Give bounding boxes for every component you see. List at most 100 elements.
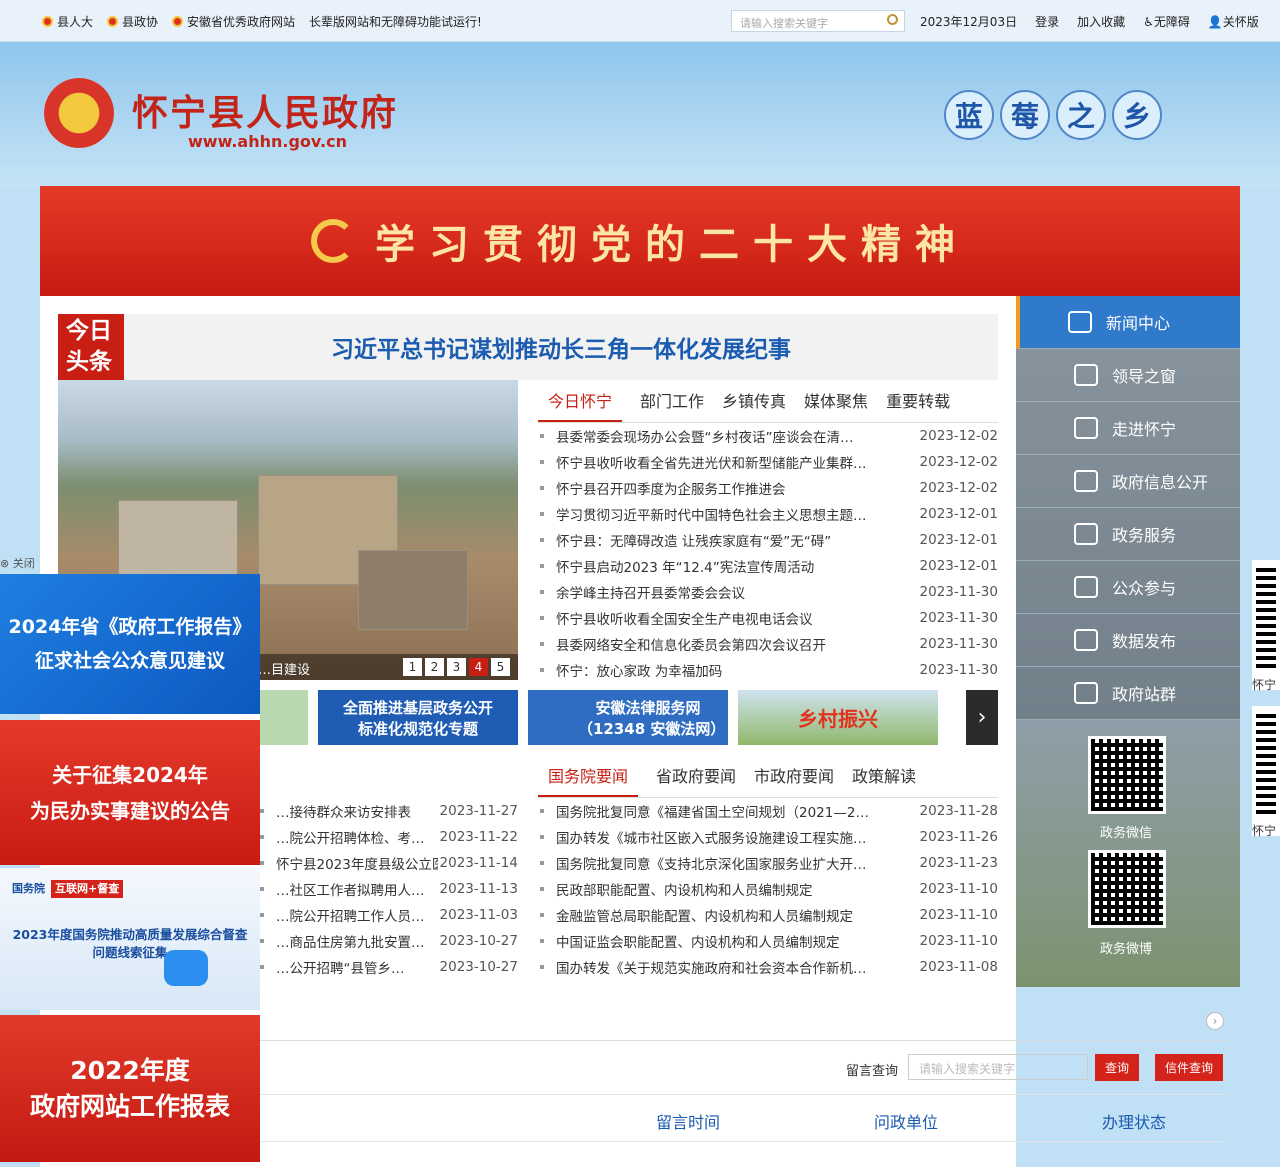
float-inspection[interactable]: 国务院 互联网+督查 2023年度国务院推动高质量发展综合督查 问题线索征集 [0,868,260,1010]
item-title[interactable]: 怀宁县2023年度县级公立医院公开招聘工作人员… [276,853,438,873]
gov-news-item[interactable]: 金融监管总局职能配置、内设机构和人员编制规定 2023-11-10 [540,902,998,928]
news-item[interactable]: 怀宁县收听收看全省先进光伏和新型储能产业集群… 2023-12-02 [540,449,998,475]
page-dot[interactable]: 1 [403,658,422,676]
item-title[interactable]: 怀宁县：无障碍改造 让残疾家庭有“爱”无“碍” [556,530,918,550]
link-excellent-site[interactable]: 安徽省优秀政府网站 [172,13,295,30]
nav-news-center[interactable]: 新闻中心 [1016,296,1240,349]
item-title[interactable]: 国务院批复同意《支持北京深化国家服务业扩大开… [556,853,918,873]
item-title[interactable]: 县委网络安全和信息化委员会第四次会议召开 [556,634,918,654]
tab-policy[interactable]: 政策解读 [852,763,916,797]
page-dot[interactable]: 4 [469,658,488,676]
tab-today[interactable]: 今日怀宁 [538,388,623,422]
news-item[interactable]: 余学峰主持召开县委常委会会议 2023-11-30 [540,579,998,605]
tab-media[interactable]: 媒体聚焦 [804,388,868,422]
nav-leaders[interactable]: 领导之窗 [1016,349,1240,402]
item-title[interactable]: …社区工作者拟聘用人… [276,879,438,899]
promo-rural[interactable]: 乡村振兴 [738,690,938,745]
gov-news-item[interactable]: 国办转发《关于规范实施政府和社会资本合作新机… 2023-11-08 [540,954,998,980]
float-practical-matters[interactable]: 关于征集2024年 为民办实事建议的公告 [0,720,260,865]
item-title[interactable]: 金融监管总局职能配置、内设机构和人员编制规定 [556,905,918,925]
tab-province[interactable]: 省政府要闻 [656,763,736,797]
care-version-link[interactable]: 👤关怀版 [1208,13,1259,30]
link-county-congress[interactable]: 县人大 [42,13,93,30]
item-title[interactable]: …院公开招聘体检、考… [276,827,438,847]
headline-title[interactable]: 习近平总书记谋划推动长三角一体化发展纪事 [124,314,998,380]
item-title[interactable]: …院公开招聘工作人员… [276,905,438,925]
item-title[interactable]: 县委常委会现场办公会暨“乡村夜话”座谈会在清… [556,426,918,446]
promo-gov-open[interactable]: 全面推进基层政务公开标准化规范化专题 [318,690,518,745]
gov-news-item[interactable]: 国务院批复同意《福建省国土空间规划（2021—2… 2023-11-28 [540,798,998,824]
promo-law-service[interactable]: 安徽法律服务网（12348 安徽法网） [528,690,728,745]
tab-department[interactable]: 部门工作 [640,388,704,422]
news-item[interactable]: 怀宁县：无障碍改造 让残疾家庭有“爱”无“碍” 2023-12-01 [540,527,998,553]
gov-news-item[interactable]: 国办转发《城市社区嵌入式服务设施建设工程实施… 2023-11-26 [540,824,998,850]
item-title[interactable]: …公开招聘“县管乡… [276,957,438,977]
page-dot[interactable]: 3 [447,658,466,676]
site-title[interactable]: 怀宁县人民政府 [132,84,398,136]
accessibility-link[interactable]: ♿无障碍 [1143,13,1190,30]
gov-news-item[interactable]: 中国证监会职能配置、内设机构和人员编制规定 2023-11-10 [540,928,998,954]
notice-item[interactable]: …公开招聘“县管乡… 2023-10-27 [260,954,518,980]
float-report-feedback[interactable]: 2024年省《政府工作报告》 征求社会公众意见建议 [0,574,260,714]
add-favorite-link[interactable]: 加入收藏 [1077,13,1125,30]
item-title[interactable]: 怀宁县召开四季度为企服务工作推进会 [556,478,918,498]
nav-data[interactable]: 数据发布 [1016,614,1240,667]
party-banner[interactable]: 学习贯彻党的二十大精神 [40,186,1240,296]
tab-township[interactable]: 乡镇传真 [722,388,786,422]
float-annual-report[interactable]: 2022年度 政府网站工作报表 [0,1015,260,1162]
tab-state-council[interactable]: 国务院要闻 [538,763,639,797]
page-dot[interactable]: 2 [425,658,444,676]
message-search-input[interactable]: 请输入搜索关键字 [908,1054,1088,1080]
notice-item[interactable]: 怀宁县2023年度县级公立医院公开招聘工作人员…2023-11-14 [260,850,518,876]
item-date: 2023-11-23 [919,855,998,871]
letter-query-button[interactable]: 信件查询 [1155,1054,1224,1081]
notice-item[interactable]: …商品住房第九批安置… 2023-10-27 [260,928,518,954]
item-title[interactable]: 怀宁县启动2023 年“12.4”宪法宣传周活动 [556,556,918,576]
nav-about[interactable]: 走进怀宁 [1016,402,1240,455]
item-title[interactable]: 国办转发《城市社区嵌入式服务设施建设工程实施… [556,827,918,847]
query-button[interactable]: 查询 [1095,1054,1140,1081]
nav-public[interactable]: 公众参与 [1016,561,1240,614]
promo-banner[interactable] [260,690,308,745]
page-dot[interactable]: 5 [491,658,510,676]
news-item[interactable]: 学习贯彻习近平新时代中国特色社会主义思想主题… 2023-12-01 [540,501,998,527]
item-title[interactable]: 民政部职能配置、内设机构和人员编制规定 [556,879,918,899]
news-item[interactable]: 怀宁县召开四季度为企服务工作推进会 2023-12-02 [540,475,998,501]
item-title[interactable]: …接待群众来访安排表 [276,801,438,821]
item-title[interactable]: 怀宁县收听收看全国安全生产电视电话会议 [556,608,918,628]
close-float-button[interactable]: ⊗ 关闭 [0,555,35,571]
item-title[interactable]: 国办转发《关于规范实施政府和社会资本合作新机… [556,957,918,977]
notice-item[interactable]: …院公开招聘体检、考… 2023-11-22 [260,824,518,850]
news-item[interactable]: 怀宁县收听收看全国安全生产电视电话会议 2023-11-30 [540,605,998,631]
nav-site-group[interactable]: 政府站群 [1016,667,1240,720]
news-item[interactable]: 怀宁县启动2023 年“12.4”宪法宣传周活动 2023-12-01 [540,553,998,579]
item-title[interactable]: 怀宁：放心家政 为幸福加码 [556,660,918,680]
item-title[interactable]: 国务院批复同意《福建省国土空间规划（2021—2… [556,801,918,821]
nav-info-open[interactable]: 政府信息公开 [1016,455,1240,508]
item-title[interactable]: 余学峰主持召开县委常委会会议 [556,582,918,602]
item-title[interactable]: 怀宁县收听收看全省先进光伏和新型储能产业集群… [556,452,918,472]
login-link[interactable]: 登录 [1035,13,1059,30]
notice-item[interactable]: …院公开招聘工作人员… 2023-11-03 [260,902,518,928]
link-county-cppcc[interactable]: 县政协 [107,13,158,30]
news-item[interactable]: 县委常委会现场办公会暨“乡村夜话”座谈会在清… 2023-12-02 [540,423,998,449]
next-arrow-icon[interactable]: › [1206,1012,1224,1030]
item-title[interactable]: 中国证监会职能配置、内设机构和人员编制规定 [556,931,918,951]
nav-gov-service[interactable]: 政务服务 [1016,508,1240,561]
right-float-qr[interactable]: 怀宁 [1252,706,1280,838]
notice-item[interactable]: …社区工作者拟聘用人… 2023-11-13 [260,876,518,902]
search-icon[interactable] [887,14,898,25]
item-date: 2023-11-13 [439,881,518,897]
right-float-qr[interactable]: 怀宁 [1252,560,1280,692]
notice-item[interactable]: …接待群众来访安排表 2023-11-27 [260,798,518,824]
item-title[interactable]: …商品住房第九批安置… [276,931,438,951]
tab-reprint[interactable]: 重要转载 [886,388,950,422]
tab-city[interactable]: 市政府要闻 [754,763,834,797]
gov-news-item[interactable]: 国务院批复同意《支持北京深化国家服务业扩大开… 2023-11-23 [540,850,998,876]
news-item[interactable]: 怀宁：放心家政 为幸福加码 2023-11-30 [540,657,998,683]
search-input[interactable]: 请输入搜索关键字 [731,10,905,32]
item-title[interactable]: 学习贯彻习近平新时代中国特色社会主义思想主题… [556,504,918,524]
news-item[interactable]: 县委网络安全和信息化委员会第四次会议召开 2023-11-30 [540,631,998,657]
gov-news-item[interactable]: 民政部职能配置、内设机构和人员编制规定 2023-11-10 [540,876,998,902]
promo-next-arrow[interactable]: › [966,690,998,745]
